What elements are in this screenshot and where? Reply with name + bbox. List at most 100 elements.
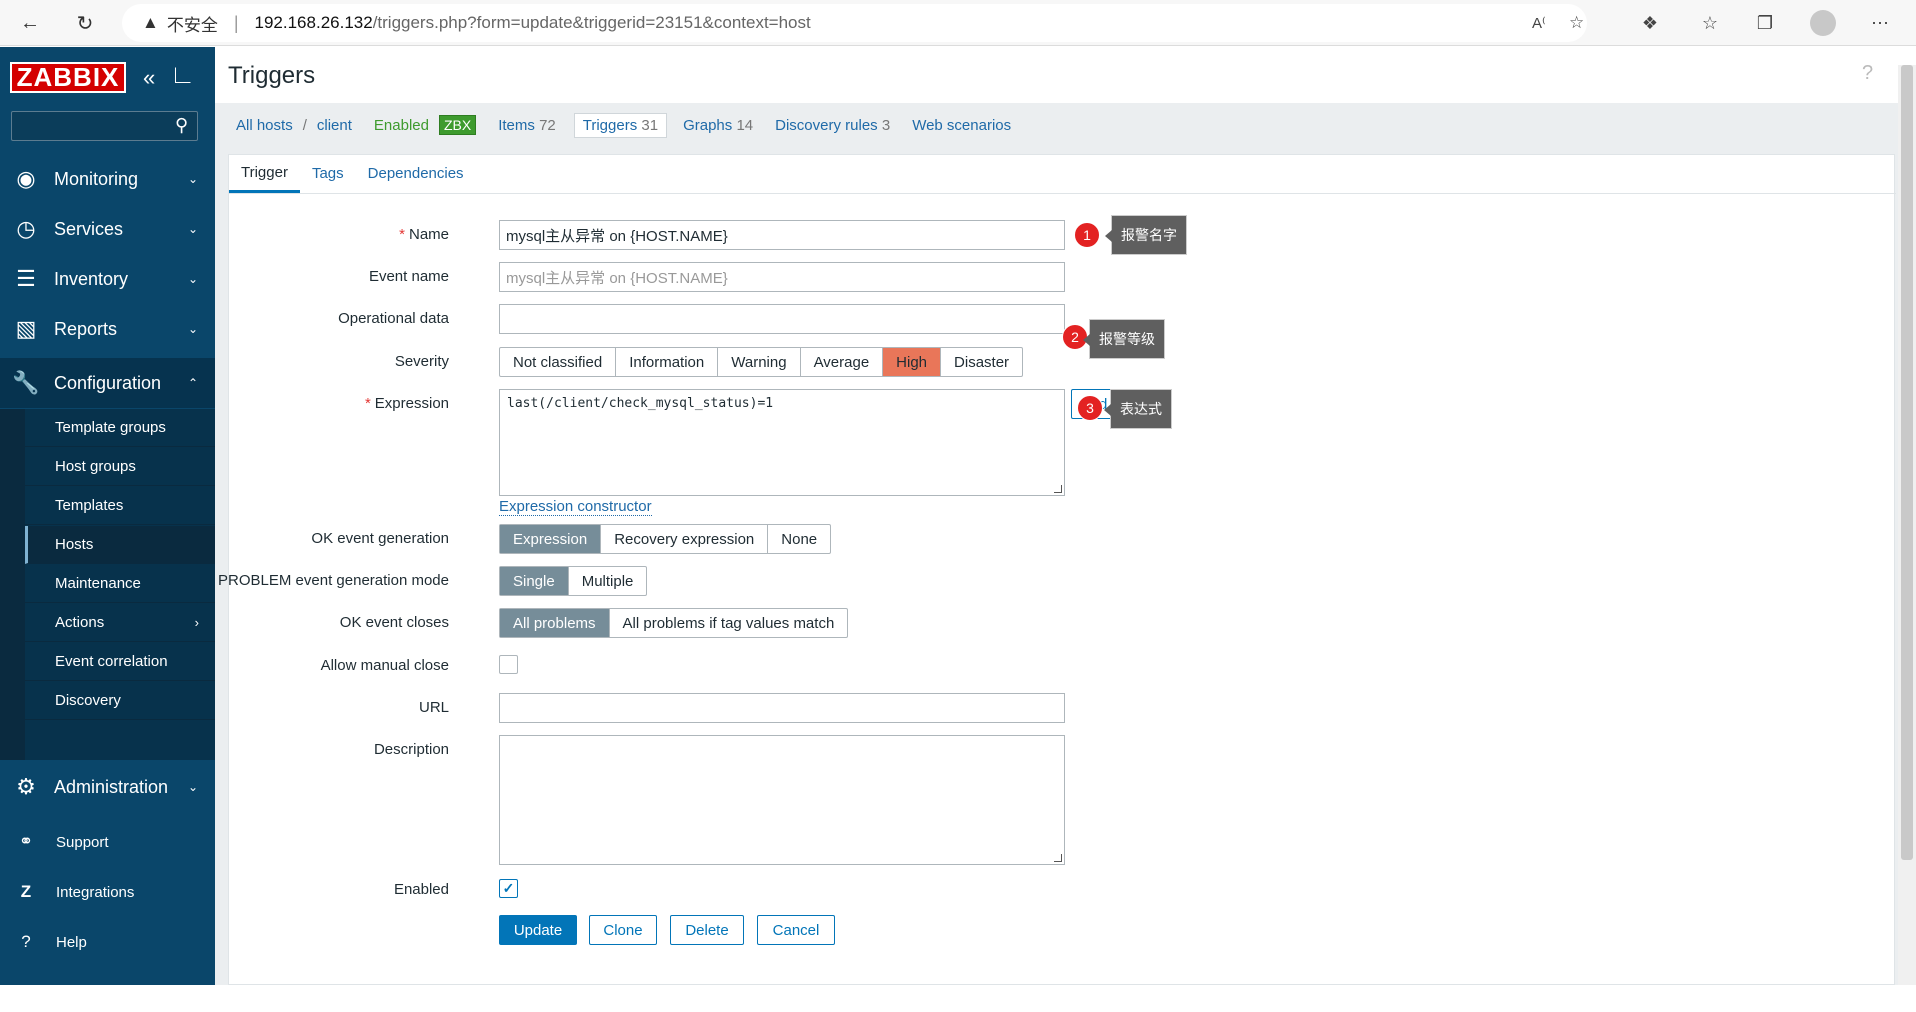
collections-icon[interactable]: ❐ [1750,8,1780,38]
menu-label: Help [56,933,87,951]
submenu-actions[interactable]: Actions › [25,604,215,642]
closes-if-tag-match[interactable]: All problems if tag values match [610,609,848,637]
menu-support[interactable]: ⚭ Support [0,822,215,862]
tab-trigger[interactable]: Trigger [229,154,300,193]
name-input[interactable]: mysql主从异常 on {HOST.NAME} [499,220,1065,250]
menu-help[interactable]: ? Help [0,922,215,962]
problem-mode-single[interactable]: Single [500,567,569,595]
menu-user-settings[interactable]: ● User settings ⌄ [0,972,215,1012]
expression-constructor-link[interactable]: Expression constructor [499,498,652,516]
user-icon: ● [20,982,32,1001]
problem-mode-label: PROBLEM event generation mode [218,572,449,589]
sidebar-search-input[interactable] [11,111,198,141]
breadcrumb-web-scenarios[interactable]: Web scenarios [912,117,1011,134]
severity-information[interactable]: Information [616,348,719,376]
profile-icon[interactable] [1808,8,1838,38]
submenu-template-groups[interactable]: Template groups [25,409,215,447]
submenu-maintenance[interactable]: Maintenance [25,565,215,603]
delete-button[interactable]: Delete [670,915,744,945]
submenu-hosts[interactable]: Hosts [25,526,215,564]
expression-text: last(/client/check_mysql_status)=1 [507,396,774,411]
address-bar[interactable]: ▲ 不安全 | 192.168.26.132 /triggers.php?for… [122,4,1587,42]
severity-average[interactable]: Average [801,348,884,376]
update-button[interactable]: Update [499,915,577,945]
breadcrumb-discovery-rules[interactable]: Discovery rules 3 [775,117,890,134]
breadcrumb-all-hosts[interactable]: All hosts [236,117,293,134]
chevron-down-icon: ⌄ [188,172,199,186]
annotation-number: 1 [1074,222,1100,248]
favorite-add-icon[interactable]: ☆ [1569,13,1584,33]
breadcrumb-graphs[interactable]: Graphs 14 [683,117,753,134]
menu-services[interactable]: ◷ Services ⌄ [0,204,215,254]
submenu-templates[interactable]: Templates [25,487,215,525]
submenu-event-correlation[interactable]: Event correlation [25,643,215,681]
menu-label: Reports [54,318,118,339]
breadcrumb-host[interactable]: client [317,117,352,134]
collapse-sidebar-icon[interactable]: « [143,65,155,91]
url-input[interactable] [499,693,1065,723]
ok-event-closes-selector: All problems All problems if tag values … [499,608,849,638]
menu-label: Configuration [54,372,162,393]
breadcrumb-items[interactable]: Items 72 [498,117,556,134]
enabled-checkbox[interactable]: ✓ [499,879,518,898]
annotation-callout: 表达式 [1104,389,1172,429]
extensions-icon[interactable]: ❖ [1635,8,1665,38]
help-icon[interactable]: ? [1862,62,1873,85]
menu-label: Inventory [54,268,129,289]
scrollbar-thumb[interactable] [1901,65,1913,860]
problem-mode-multiple[interactable]: Multiple [569,567,647,595]
tab-dependencies[interactable]: Dependencies [356,154,476,193]
menu-label: Support [56,833,109,851]
manual-close-label: Allow manual close [320,657,449,674]
refresh-icon[interactable]: ↻ [70,8,100,38]
resize-handle[interactable] [1054,485,1062,493]
trigger-form-panel: Trigger Tags Dependencies * Name mysql主从异… [218,154,1896,985]
problem-mode-selector: Single Multiple [499,566,648,596]
severity-not-classified[interactable]: Not classified [500,348,617,376]
expression-textarea[interactable]: last(/client/check_mysql_status)=1 [499,389,1065,496]
menu-integrations[interactable]: Z Integrations [0,872,215,912]
chevron-down-icon: ⌄ [188,985,199,999]
scrollbar[interactable] [1898,65,1916,985]
severity-high[interactable]: High [883,348,942,376]
closes-all-problems[interactable]: All problems [500,609,610,637]
favorites-icon[interactable]: ☆ [1695,8,1725,38]
resize-handle[interactable] [1054,854,1062,862]
chevron-down-icon: ⌄ [188,322,199,336]
menu-reports[interactable]: ▧ Reports ⌄ [0,304,215,354]
more-icon[interactable]: ⋯ [1865,8,1895,38]
annotation-callout: 报警等级 [1083,319,1165,359]
kiosk-mode-icon[interactable] [175,67,191,83]
search-icon[interactable]: ⚲ [175,115,188,136]
severity-warning[interactable]: Warning [718,348,801,376]
clock-icon: ◷ [16,216,36,241]
submenu-discovery[interactable]: Discovery [25,682,215,720]
menu-configuration[interactable]: 🔧 Configuration ⌃ [0,358,215,408]
severity-disaster[interactable]: Disaster [941,348,1022,376]
ok-event-none[interactable]: None [768,525,830,553]
breadcrumb-triggers[interactable]: Triggers 31 [573,112,668,138]
menu-administration[interactable]: ⚙ Administration ⌄ [0,762,215,812]
question-icon: ? [21,932,31,951]
description-textarea[interactable] [499,735,1065,865]
read-aloud-icon[interactable]: A⁽ [1532,14,1546,32]
menu-monitoring[interactable]: ◉ Monitoring ⌄ [0,154,215,204]
cancel-button[interactable]: Cancel [757,915,835,945]
event-name-input[interactable]: mysql主从异常 on {HOST.NAME} [499,262,1065,292]
zabbix-logo[interactable]: ZABBIX [10,62,126,93]
ok-event-expression[interactable]: Expression [500,525,602,553]
back-icon[interactable]: ← [15,8,45,38]
tab-tags[interactable]: Tags [300,154,356,193]
operational-data-input[interactable] [499,304,1065,334]
expression-label: * Expression [364,395,449,412]
ok-event-recovery-expression[interactable]: Recovery expression [601,525,769,553]
form-tabs: Trigger Tags Dependencies [229,155,1896,194]
submenu-host-groups[interactable]: Host groups [25,448,215,486]
clone-button[interactable]: Clone [589,915,657,945]
page-title: Triggers [228,62,316,89]
host-status-enabled[interactable]: Enabled [374,117,429,134]
description-label: Description [373,741,449,758]
menu-inventory[interactable]: ☰ Inventory ⌄ [0,254,215,304]
page-header: Triggers ? [215,47,1916,103]
manual-close-checkbox[interactable] [499,655,518,674]
